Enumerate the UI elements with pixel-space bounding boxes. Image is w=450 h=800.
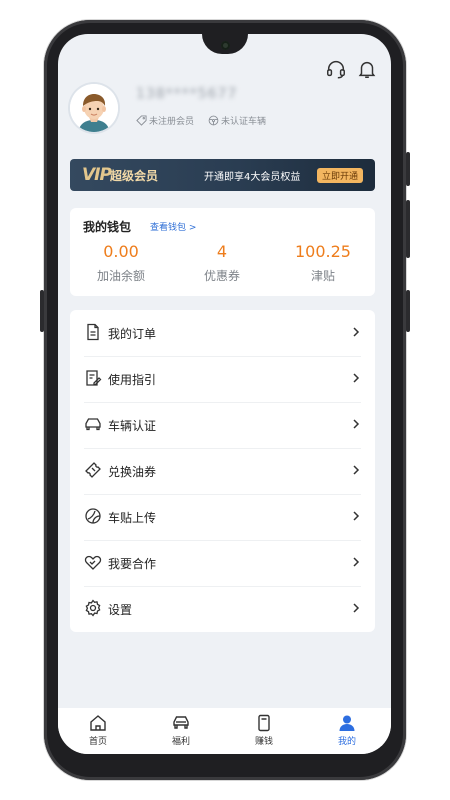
menu-item-label: 使用指引 xyxy=(108,373,157,387)
chevron-right-icon xyxy=(353,557,360,567)
view-wallet-link[interactable]: 查看钱包 > xyxy=(150,220,196,233)
app-screen: 138****5677 未注册会员 未认证车辆 VIP 超级会员 开通即享4大会… xyxy=(58,34,391,754)
vip-logo: VIP xyxy=(82,165,112,185)
tab-earn[interactable]: 赚钱 xyxy=(234,714,294,747)
menu-item-settings[interactable]: 设置 xyxy=(70,586,375,631)
chevron-right-icon xyxy=(353,603,360,613)
guide-icon xyxy=(86,370,102,386)
chevron-right-icon xyxy=(353,327,360,337)
menu-item-label: 设置 xyxy=(108,603,133,617)
wallet-icon xyxy=(258,714,270,732)
wallet-title: 我的钱包 xyxy=(83,220,132,234)
open-vip-button[interactable]: 立即开通 xyxy=(317,168,363,183)
coupons-value: 4 xyxy=(216,242,228,261)
home-icon xyxy=(90,715,106,731)
steering-wheel-icon xyxy=(208,115,219,126)
tab-mine-label: 我的 xyxy=(337,737,356,747)
vip-banner[interactable]: VIP 超级会员 开通即享4大会员权益 立即开通 xyxy=(70,159,375,191)
tab-home-label: 首页 xyxy=(88,737,107,747)
menu-item-orders[interactable]: 我的订单 xyxy=(70,310,375,355)
wallet-card: 我的钱包 查看钱包 > 0.00 加油余额 4 优惠券 100.25 津贴 xyxy=(70,208,375,296)
phone-side-button xyxy=(40,290,44,332)
coupons-label: 优惠券 xyxy=(203,269,240,283)
avatar[interactable] xyxy=(70,84,118,132)
vehicle-status-label: 未认证车辆 xyxy=(221,117,267,127)
car-icon xyxy=(85,418,101,431)
menu-item-cooperation[interactable]: 我要合作 xyxy=(70,540,375,585)
menu-item-label: 车辆认证 xyxy=(108,419,157,433)
phone-number: 138****5677 xyxy=(136,86,238,102)
allowance[interactable]: 100.25 津贴 xyxy=(273,242,373,284)
vehicle-status-tag[interactable]: 未认证车辆 xyxy=(208,114,266,127)
handshake-icon xyxy=(84,555,102,570)
user-icon xyxy=(339,715,355,731)
menu-item-redeem-coupon[interactable]: 兑换油券 xyxy=(70,448,375,493)
phone-side-button xyxy=(406,152,410,186)
menu-card: 我的订单 使用指引 车辆认证 兑换油券 车贴上传 我要合作 设置 xyxy=(70,310,375,632)
chevron-right-icon xyxy=(353,373,360,383)
member-status-label: 未注册会员 xyxy=(149,117,195,127)
bell-icon[interactable] xyxy=(356,58,378,80)
car-front-icon xyxy=(173,716,189,729)
menu-item-label: 我的订单 xyxy=(108,327,157,341)
phone-side-button xyxy=(406,200,410,258)
tab-welfare[interactable]: 福利 xyxy=(151,714,211,747)
ticket-icon xyxy=(85,462,101,478)
chevron-right-icon xyxy=(353,511,360,521)
chevron-right-icon xyxy=(353,465,360,475)
menu-item-label: 车贴上传 xyxy=(108,511,157,525)
document-icon xyxy=(87,323,99,341)
fuel-balance-value: 0.00 xyxy=(103,242,139,261)
bottom-tab-bar: 首页 福利 赚钱 我的 xyxy=(58,708,391,754)
coupons[interactable]: 4 优惠券 xyxy=(172,242,272,284)
tab-earn-label: 赚钱 xyxy=(254,737,273,747)
fuel-balance[interactable]: 0.00 加油余额 xyxy=(71,242,171,284)
menu-item-sticker-upload[interactable]: 车贴上传 xyxy=(70,494,375,539)
menu-item-vehicle-auth[interactable]: 车辆认证 xyxy=(70,402,375,447)
member-status-tag[interactable]: 未注册会员 xyxy=(136,114,194,127)
front-camera xyxy=(221,41,230,50)
gear-icon xyxy=(85,599,101,617)
tab-welfare-label: 福利 xyxy=(171,737,190,747)
vip-title: 超级会员 xyxy=(110,169,159,183)
allowance-value: 100.25 xyxy=(295,242,351,261)
sticker-icon xyxy=(85,508,101,524)
chevron-right-icon xyxy=(353,419,360,429)
phone-side-button xyxy=(406,290,410,332)
tag-icon xyxy=(136,115,147,126)
menu-item-guide[interactable]: 使用指引 xyxy=(70,356,375,401)
allowance-label: 津贴 xyxy=(310,269,335,283)
menu-item-label: 兑换油券 xyxy=(108,465,157,479)
menu-item-label: 我要合作 xyxy=(108,557,157,571)
fuel-balance-label: 加油余额 xyxy=(96,269,145,283)
headset-icon[interactable] xyxy=(325,58,347,80)
tab-home[interactable]: 首页 xyxy=(68,714,128,747)
vip-description: 开通即享4大会员权益 xyxy=(204,172,301,183)
tab-mine[interactable]: 我的 xyxy=(317,714,377,747)
